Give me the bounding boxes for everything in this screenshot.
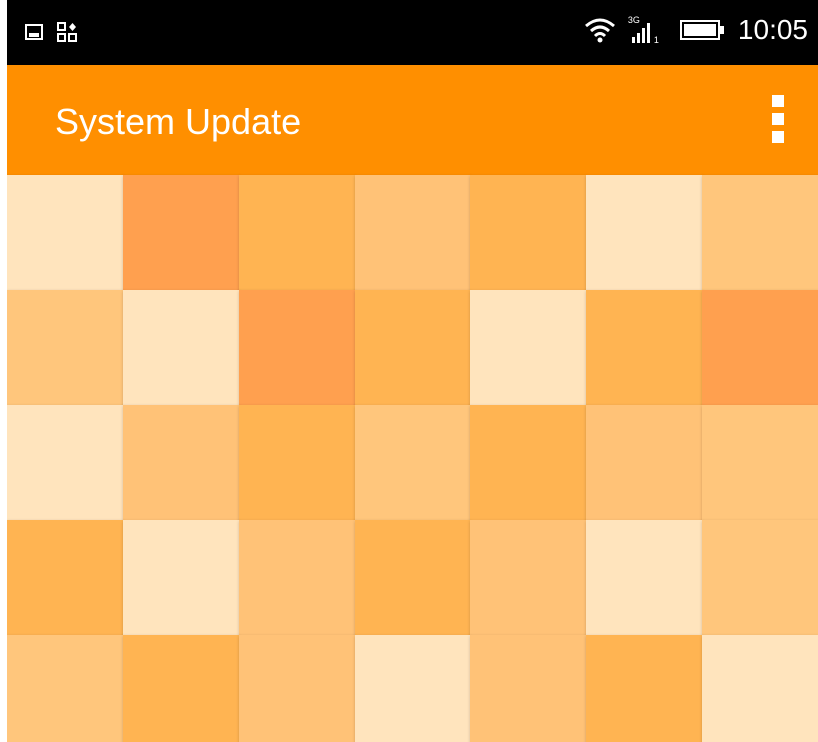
app-bar: System Update [7,65,818,175]
mosaic-tile [470,290,588,406]
signal-3g-icon: 3G 1 [628,15,662,45]
clock: 10:05 [737,14,808,45]
mosaic-tile [586,175,704,291]
mosaic-tile [586,290,704,406]
mosaic-tile [122,290,240,406]
mosaic-tile [702,290,818,406]
mosaic-tile [238,175,356,291]
mosaic-tile [470,175,588,291]
mosaic-tile [586,520,704,636]
app-switch-icon [57,22,77,42]
mosaic-tile [238,405,356,521]
network-type-label: 3G [627,15,640,25]
mosaic-tile [702,635,818,742]
image-notification-icon [25,24,43,40]
mosaic-tile [702,175,818,291]
mosaic-tile [238,635,356,742]
status-bar: 3G 1 10:05 [7,0,818,65]
mosaic-tile [238,520,356,636]
page-title: System Update [55,101,302,142]
wifi-icon [584,18,615,43]
mosaic-tile [354,405,472,521]
mosaic-tile [7,175,124,291]
mosaic-tile [470,520,588,636]
mosaic-tile [7,290,124,406]
battery-icon [679,20,724,40]
mosaic-tile [702,520,818,636]
mosaic-tile [7,520,124,636]
more-vert-icon[interactable] [768,95,788,145]
mosaic-tile [122,635,240,742]
status-right: 3G 1 10:05 [584,14,808,46]
mosaic-tile [122,520,240,636]
mosaic-tile [354,635,472,742]
mosaic-tile [354,175,472,291]
mosaic-tile [354,520,472,636]
mosaic-background [7,175,818,742]
mosaic-tile [702,405,818,521]
mosaic-tile [586,405,704,521]
mosaic-tile [354,290,472,406]
mosaic-tile [238,290,356,406]
mosaic-tile [470,405,588,521]
status-left [25,22,77,42]
phone-screen: 3G 1 10:05 System Update [7,0,818,742]
mosaic-tile [586,635,704,742]
sim-slot-label: 1 [653,35,659,45]
mosaic-tile [122,405,240,521]
mosaic-tile [470,635,588,742]
mosaic-tile [7,635,124,742]
mosaic-tile [7,405,124,521]
mosaic-tile [122,175,240,291]
